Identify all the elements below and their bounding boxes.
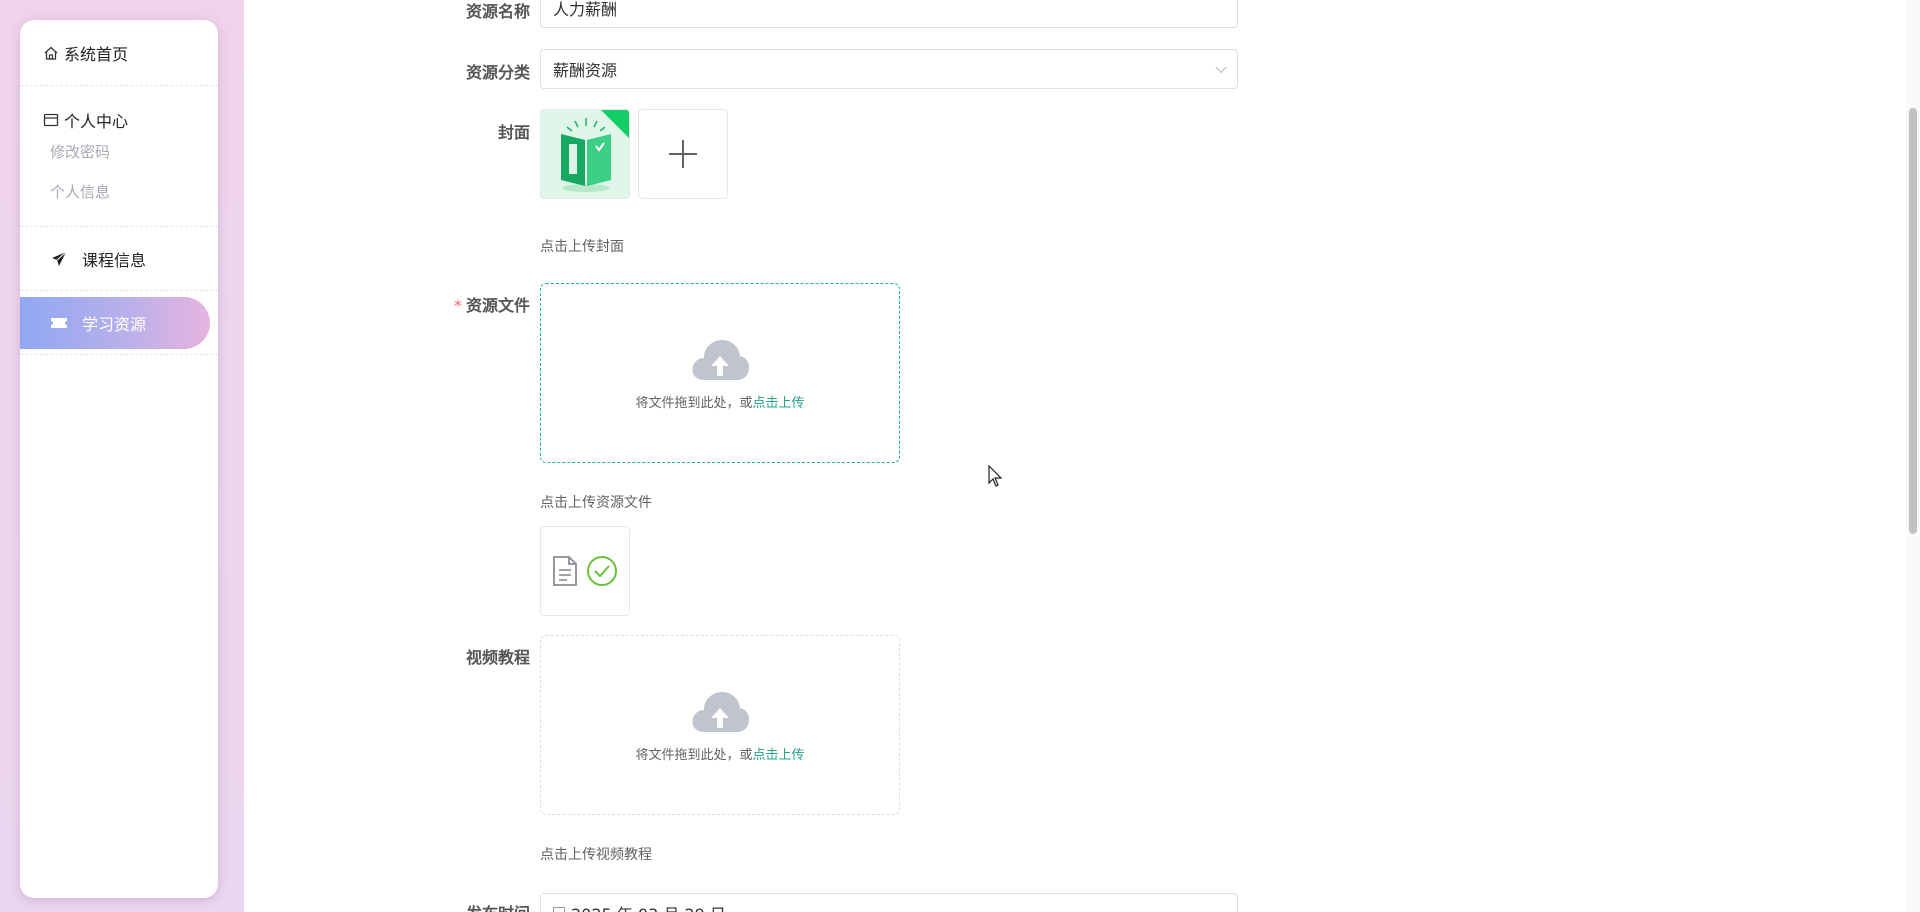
home-icon xyxy=(42,44,60,62)
sidebar-item-label: 学习资源 xyxy=(82,314,147,334)
ticket-icon xyxy=(50,314,68,332)
dropzone-text: 将文件拖到此处，或点击上传 xyxy=(635,744,804,763)
required-mark: * xyxy=(453,296,462,315)
resource-category-value: 薪酬资源 xyxy=(553,61,618,80)
cloud-upload-icon xyxy=(692,339,749,380)
cover-label: 封面 xyxy=(497,123,530,142)
sidebar-item-label: 系统首页 xyxy=(64,44,129,64)
document-icon xyxy=(553,556,577,586)
check-circle-icon xyxy=(587,556,617,586)
resource-file-hint: 点击上传资源文件 xyxy=(540,495,652,511)
sidebar-item-personal-info[interactable]: 个人信息 xyxy=(20,172,218,212)
dropzone-text: 将文件拖到此处，或点击上传 xyxy=(635,392,804,411)
click-upload-link[interactable]: 点击上传 xyxy=(753,396,805,411)
resource-name-value: 人力薪酬 xyxy=(553,0,618,19)
cover-thumbnail[interactable] xyxy=(540,109,630,199)
plus-icon xyxy=(669,140,697,168)
sidebar-item-personal-center[interactable]: 个人中心 xyxy=(20,108,218,132)
paper-plane-icon xyxy=(50,250,68,268)
cloud-upload-icon xyxy=(692,691,749,732)
resource-name-input[interactable]: 人力薪酬 xyxy=(540,0,1238,28)
card-icon xyxy=(42,111,60,129)
publish-time-value: 2025 年 03 月 29 日 xyxy=(571,901,726,912)
drop-instruction: 将文件拖到此处，或 xyxy=(635,395,753,411)
scrollbar-thumb[interactable] xyxy=(1909,108,1917,534)
chevron-down-icon xyxy=(1215,61,1227,74)
sidebar-item-label: 课程信息 xyxy=(82,250,147,270)
resource-name-label: 资源名称 xyxy=(465,2,530,21)
video-tutorial-dropzone[interactable]: 将文件拖到此处，或点击上传 xyxy=(540,635,900,815)
cover-hint: 点击上传封面 xyxy=(540,239,624,255)
success-badge xyxy=(601,110,629,138)
uploaded-file-card[interactable] xyxy=(540,526,630,616)
sidebar-item-change-password[interactable]: 修改密码 xyxy=(20,132,218,172)
sidebar-item-home[interactable]: 系统首页 xyxy=(20,20,218,86)
resource-file-dropzone[interactable]: 将文件拖到此处，或点击上传 xyxy=(540,283,900,463)
resource-file-label-text: 资源文件 xyxy=(465,296,530,315)
resource-category-select[interactable]: 薪酬资源 xyxy=(540,49,1238,89)
click-upload-link[interactable]: 点击上传 xyxy=(753,748,805,763)
resource-file-label: * 资源文件 xyxy=(380,292,530,316)
sidebar-item-learning-resources[interactable]: 学习资源 xyxy=(20,296,210,349)
mouse-cursor-icon xyxy=(988,465,1003,487)
resource-category-label: 资源分类 xyxy=(465,63,530,82)
sidebar-item-learning-resources-wrap: 学习资源 xyxy=(20,291,218,355)
publish-time-input[interactable]: 2025 年 03 月 29 日 xyxy=(540,893,1238,912)
calendar-icon xyxy=(553,907,565,912)
drop-instruction: 将文件拖到此处，或 xyxy=(635,747,753,763)
sidebar: 系统首页 个人中心 修改密码 个人信息 课程信息 学习资源 xyxy=(20,20,218,898)
sidebar-item-course-info[interactable]: 课程信息 xyxy=(20,227,218,291)
add-cover-button[interactable] xyxy=(638,109,728,199)
sidebar-item-label: 个人中心 xyxy=(64,112,129,131)
video-tutorial-label: 视频教程 xyxy=(465,648,530,667)
video-tutorial-hint: 点击上传视频教程 xyxy=(540,847,652,863)
resource-form: 资源名称 人力薪酬 资源分类 薪酬资源 封面 点击上传封面 * 资源文件 将文件… xyxy=(244,0,1920,912)
publish-time-label: 发布时间 xyxy=(380,900,530,912)
sidebar-group-personal: 个人中心 修改密码 个人信息 xyxy=(20,86,218,227)
